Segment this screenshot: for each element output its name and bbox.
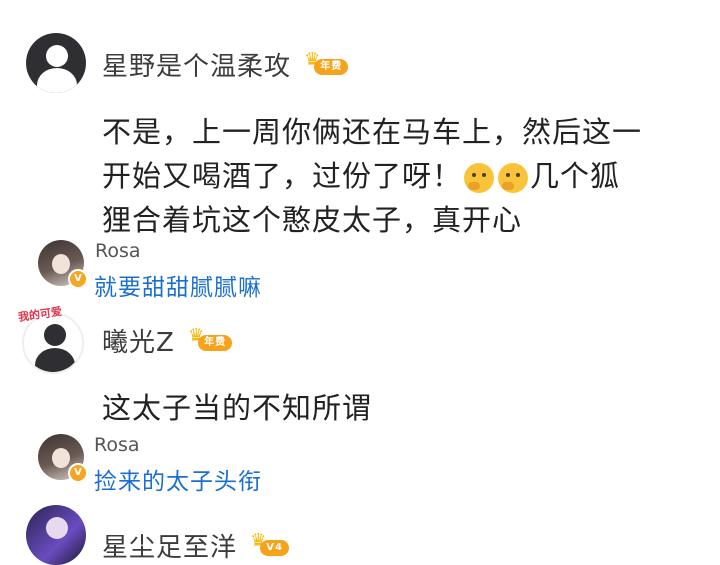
reply-text[interactable]: 捡来的太子头衔 bbox=[94, 462, 262, 496]
thinking-face-icon bbox=[498, 163, 529, 193]
vip-badge: ♛ V4 bbox=[250, 531, 300, 558]
reply-avatar[interactable]: V bbox=[38, 434, 88, 483]
comment-text: 不是，上一周你俩还在马车上，然后这一 开始又喝酒了，过份了呀！ 几个狐 狸合着坑这… bbox=[102, 115, 643, 237]
verified-icon: V bbox=[68, 269, 88, 289]
comment-username[interactable]: 星野是个温柔攻 ♛ 年费 bbox=[102, 46, 354, 83]
user-avatar[interactable] bbox=[26, 33, 86, 93]
thinking-face-icon bbox=[464, 163, 495, 193]
reply-username[interactable]: Rosa bbox=[95, 240, 141, 262]
comment-username[interactable]: 星尘足至洋 ♛ V4 bbox=[102, 527, 300, 564]
comment-username[interactable]: 曦光Z ♛ 年费 bbox=[102, 322, 238, 359]
reply-username[interactable]: Rosa bbox=[94, 434, 140, 456]
user-avatar[interactable] bbox=[26, 505, 86, 565]
vip-badge: ♛ 年费 bbox=[188, 326, 238, 353]
comment-text: 这太子当的不知所谓 bbox=[102, 391, 373, 425]
reply-text[interactable]: 就要甜甜腻腻嘛 bbox=[94, 268, 262, 302]
verified-icon: V bbox=[68, 463, 88, 483]
vip-badge: ♛ 年费 bbox=[304, 50, 354, 77]
reply-avatar[interactable]: V bbox=[38, 240, 88, 289]
